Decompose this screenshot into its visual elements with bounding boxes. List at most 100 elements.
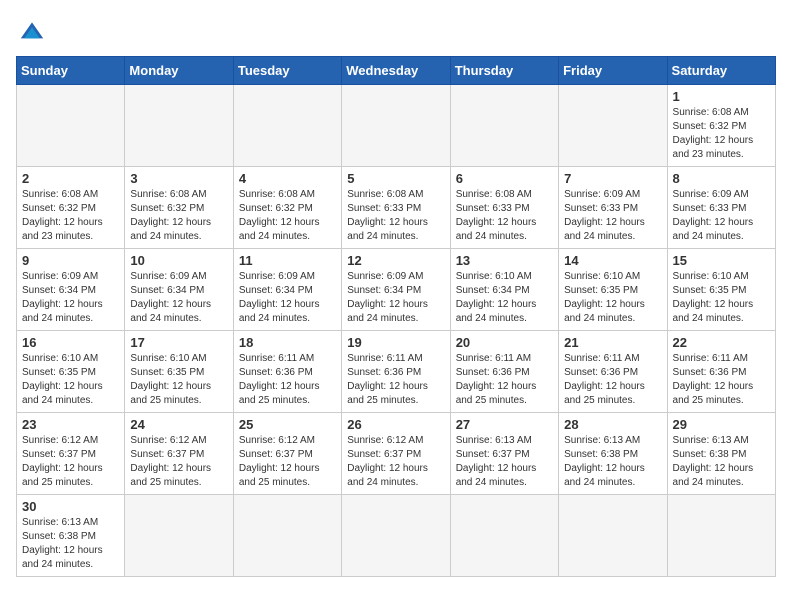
day-number: 3 xyxy=(130,171,227,186)
day-info: Sunrise: 6:09 AM Sunset: 6:34 PM Dayligh… xyxy=(239,270,336,326)
weekday-header-row: SundayMondayTuesdayWednesdayThursdayFrid… xyxy=(17,57,776,85)
calendar-cell xyxy=(233,495,341,577)
calendar-cell: 24Sunrise: 6:12 AM Sunset: 6:37 PM Dayli… xyxy=(125,413,233,495)
logo-icon xyxy=(16,16,48,48)
day-info: Sunrise: 6:09 AM Sunset: 6:34 PM Dayligh… xyxy=(22,270,119,326)
day-info: Sunrise: 6:09 AM Sunset: 6:34 PM Dayligh… xyxy=(130,270,227,326)
calendar-cell xyxy=(233,85,341,167)
day-info: Sunrise: 6:08 AM Sunset: 6:33 PM Dayligh… xyxy=(347,188,444,244)
calendar-cell xyxy=(450,495,558,577)
day-info: Sunrise: 6:11 AM Sunset: 6:36 PM Dayligh… xyxy=(347,352,444,408)
day-number: 27 xyxy=(456,417,553,432)
day-info: Sunrise: 6:08 AM Sunset: 6:32 PM Dayligh… xyxy=(239,188,336,244)
day-info: Sunrise: 6:11 AM Sunset: 6:36 PM Dayligh… xyxy=(239,352,336,408)
day-info: Sunrise: 6:13 AM Sunset: 6:37 PM Dayligh… xyxy=(456,434,553,490)
day-number: 26 xyxy=(347,417,444,432)
day-info: Sunrise: 6:10 AM Sunset: 6:35 PM Dayligh… xyxy=(673,270,770,326)
day-info: Sunrise: 6:10 AM Sunset: 6:35 PM Dayligh… xyxy=(564,270,661,326)
calendar-cell: 19 Sunrise: 6:11 AM Sunset: 6:36 PM Dayli… xyxy=(342,331,450,413)
day-number: 6 xyxy=(456,171,553,186)
day-number: 4 xyxy=(239,171,336,186)
day-info: Sunrise: 6:12 AM Sunset: 6:37 PM Dayligh… xyxy=(239,434,336,490)
day-number: 13 xyxy=(456,253,553,268)
day-info: Sunrise: 6:11 AM Sunset: 6:36 PM Dayligh… xyxy=(564,352,661,408)
calendar-cell xyxy=(559,85,667,167)
day-info: Sunrise: 6:08 AM Sunset: 6:32 PM Dayligh… xyxy=(130,188,227,244)
calendar-cell: 1 Sunrise: 6:08 AM Sunset: 6:32 PM Daylig… xyxy=(667,85,775,167)
day-number: 19 xyxy=(347,335,444,350)
calendar-cell: 26Sunrise: 6:12 AM Sunset: 6:37 PM Dayli… xyxy=(342,413,450,495)
calendar-cell: 16Sunrise: 6:10 AM Sunset: 6:35 PM Dayli… xyxy=(17,331,125,413)
calendar-cell: 3 Sunrise: 6:08 AM Sunset: 6:32 PM Daylig… xyxy=(125,167,233,249)
calendar-cell: 10 Sunrise: 6:09 AM Sunset: 6:34 PM Dayli… xyxy=(125,249,233,331)
calendar-cell xyxy=(342,495,450,577)
day-info: Sunrise: 6:08 AM Sunset: 6:32 PM Dayligh… xyxy=(673,106,770,162)
calendar-cell xyxy=(559,495,667,577)
weekday-header-sunday: Sunday xyxy=(17,57,125,85)
calendar-cell: 25 Sunrise: 6:12 AM Sunset: 6:37 PM Dayli… xyxy=(233,413,341,495)
weekday-header-thursday: Thursday xyxy=(450,57,558,85)
calendar-week-row: 16Sunrise: 6:10 AM Sunset: 6:35 PM Dayli… xyxy=(17,331,776,413)
calendar-week-row: 30 Sunrise: 6:13 AM Sunset: 6:38 PM Dayli… xyxy=(17,495,776,577)
day-number: 5 xyxy=(347,171,444,186)
weekday-header-tuesday: Tuesday xyxy=(233,57,341,85)
day-number: 23 xyxy=(22,417,119,432)
calendar-cell: 22Sunrise: 6:11 AM Sunset: 6:36 PM Dayli… xyxy=(667,331,775,413)
day-number: 10 xyxy=(130,253,227,268)
day-number: 21 xyxy=(564,335,661,350)
day-info: Sunrise: 6:13 AM Sunset: 6:38 PM Dayligh… xyxy=(22,516,119,572)
weekday-header-saturday: Saturday xyxy=(667,57,775,85)
day-number: 24 xyxy=(130,417,227,432)
day-info: Sunrise: 6:08 AM Sunset: 6:32 PM Dayligh… xyxy=(22,188,119,244)
day-number: 20 xyxy=(456,335,553,350)
calendar-cell: 20Sunrise: 6:11 AM Sunset: 6:36 PM Dayli… xyxy=(450,331,558,413)
day-number: 30 xyxy=(22,499,119,514)
calendar-cell: 21 Sunrise: 6:11 AM Sunset: 6:36 PM Dayli… xyxy=(559,331,667,413)
day-number: 25 xyxy=(239,417,336,432)
day-info: Sunrise: 6:11 AM Sunset: 6:36 PM Dayligh… xyxy=(673,352,770,408)
calendar-cell: 7Sunrise: 6:09 AM Sunset: 6:33 PM Daylig… xyxy=(559,167,667,249)
calendar-cell: 23 Sunrise: 6:12 AM Sunset: 6:37 PM Dayli… xyxy=(17,413,125,495)
day-number: 9 xyxy=(22,253,119,268)
day-info: Sunrise: 6:13 AM Sunset: 6:38 PM Dayligh… xyxy=(564,434,661,490)
day-number: 15 xyxy=(673,253,770,268)
calendar-cell: 13 Sunrise: 6:10 AM Sunset: 6:34 PM Dayli… xyxy=(450,249,558,331)
weekday-header-friday: Friday xyxy=(559,57,667,85)
day-number: 8 xyxy=(673,171,770,186)
calendar-cell: 5 Sunrise: 6:08 AM Sunset: 6:33 PM Daylig… xyxy=(342,167,450,249)
calendar-week-row: 1 Sunrise: 6:08 AM Sunset: 6:32 PM Daylig… xyxy=(17,85,776,167)
calendar-cell: 17Sunrise: 6:10 AM Sunset: 6:35 PM Dayli… xyxy=(125,331,233,413)
day-info: Sunrise: 6:09 AM Sunset: 6:33 PM Dayligh… xyxy=(673,188,770,244)
calendar-cell: 18 Sunrise: 6:11 AM Sunset: 6:36 PM Dayli… xyxy=(233,331,341,413)
day-info: Sunrise: 6:10 AM Sunset: 6:34 PM Dayligh… xyxy=(456,270,553,326)
day-number: 2 xyxy=(22,171,119,186)
day-info: Sunrise: 6:12 AM Sunset: 6:37 PM Dayligh… xyxy=(22,434,119,490)
day-number: 11 xyxy=(239,253,336,268)
calendar-cell: 27 Sunrise: 6:13 AM Sunset: 6:37 PM Dayli… xyxy=(450,413,558,495)
day-info: Sunrise: 6:09 AM Sunset: 6:34 PM Dayligh… xyxy=(347,270,444,326)
calendar-cell: 8 Sunrise: 6:09 AM Sunset: 6:33 PM Daylig… xyxy=(667,167,775,249)
calendar-cell xyxy=(667,495,775,577)
calendar-cell: 11 Sunrise: 6:09 AM Sunset: 6:34 PM Dayli… xyxy=(233,249,341,331)
calendar-cell: 15 Sunrise: 6:10 AM Sunset: 6:35 PM Dayli… xyxy=(667,249,775,331)
calendar-cell xyxy=(342,85,450,167)
day-number: 29 xyxy=(673,417,770,432)
calendar-cell: 30 Sunrise: 6:13 AM Sunset: 6:38 PM Dayli… xyxy=(17,495,125,577)
day-info: Sunrise: 6:10 AM Sunset: 6:35 PM Dayligh… xyxy=(22,352,119,408)
calendar-week-row: 9 Sunrise: 6:09 AM Sunset: 6:34 PM Daylig… xyxy=(17,249,776,331)
day-number: 1 xyxy=(673,89,770,104)
calendar-cell: 6 Sunrise: 6:08 AM Sunset: 6:33 PM Daylig… xyxy=(450,167,558,249)
calendar-week-row: 2 Sunrise: 6:08 AM Sunset: 6:32 PM Daylig… xyxy=(17,167,776,249)
logo xyxy=(16,16,52,48)
calendar-cell xyxy=(125,495,233,577)
calendar-cell: 28 Sunrise: 6:13 AM Sunset: 6:38 PM Dayli… xyxy=(559,413,667,495)
day-number: 18 xyxy=(239,335,336,350)
day-info: Sunrise: 6:10 AM Sunset: 6:35 PM Dayligh… xyxy=(130,352,227,408)
calendar-cell xyxy=(125,85,233,167)
day-number: 28 xyxy=(564,417,661,432)
day-number: 7 xyxy=(564,171,661,186)
calendar-cell: 2 Sunrise: 6:08 AM Sunset: 6:32 PM Daylig… xyxy=(17,167,125,249)
day-number: 14 xyxy=(564,253,661,268)
day-info: Sunrise: 6:08 AM Sunset: 6:33 PM Dayligh… xyxy=(456,188,553,244)
calendar-cell: 9 Sunrise: 6:09 AM Sunset: 6:34 PM Daylig… xyxy=(17,249,125,331)
